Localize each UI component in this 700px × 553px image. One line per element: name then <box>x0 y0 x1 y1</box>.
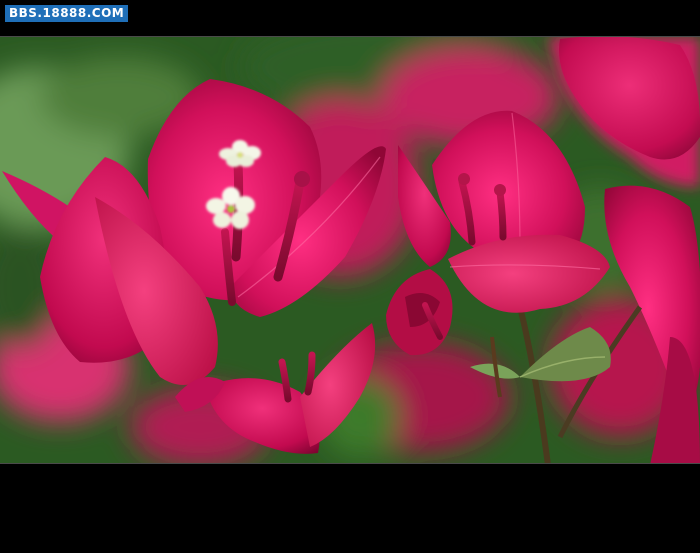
bottom-black-band <box>0 464 700 553</box>
site-watermark: BBS.18888.COM <box>5 5 129 22</box>
photo <box>0 36 700 464</box>
bougainvillea-photo <box>0 37 700 463</box>
top-black-band: BBS.18888.COM <box>0 0 700 36</box>
